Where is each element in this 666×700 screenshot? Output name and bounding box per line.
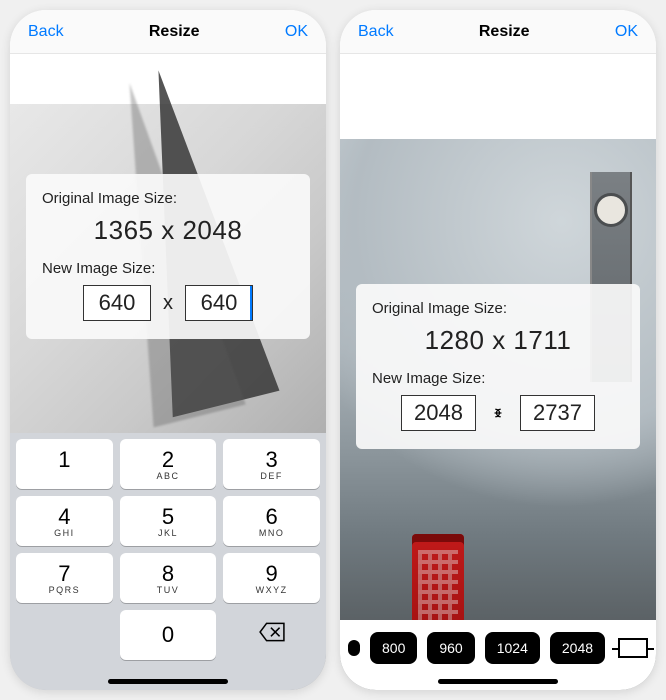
- home-indicator: [108, 679, 228, 684]
- navbar: Back Resize OK: [340, 10, 656, 54]
- preset-chip[interactable]: 1024: [485, 632, 540, 664]
- new-size-label: New Image Size:: [372, 370, 624, 387]
- home-indicator: [438, 679, 558, 684]
- preset-chip[interactable]: 800: [370, 632, 417, 664]
- backspace-icon: [259, 622, 285, 648]
- key-backspace[interactable]: [223, 610, 320, 660]
- numeric-keypad: 1 2ABC 3DEF 4GHI 5JKL 6MNO 7PQRS 8TUV 9W…: [10, 433, 326, 690]
- navbar: Back Resize OK: [10, 10, 326, 54]
- key-0[interactable]: 0: [120, 610, 217, 660]
- new-size-label: New Image Size:: [42, 260, 294, 277]
- height-input[interactable]: 2737: [520, 395, 595, 431]
- key-3[interactable]: 3DEF: [223, 439, 320, 489]
- clock-face: [594, 193, 628, 227]
- original-size-label: Original Image Size:: [372, 300, 624, 317]
- content-area: Original Image Size: 1365 x 2048 New Ima…: [10, 54, 326, 690]
- preset-chip[interactable]: 2048: [550, 632, 605, 664]
- width-input[interactable]: 640: [83, 285, 151, 321]
- width-input[interactable]: 2048: [401, 395, 476, 431]
- key-2[interactable]: 2ABC: [120, 439, 217, 489]
- content-area: Original Image Size: 1280 x 1711 New Ima…: [340, 54, 656, 690]
- page-title: Resize: [149, 23, 200, 41]
- original-size-value: 1280 x 1711: [372, 317, 624, 370]
- key-blank: [16, 610, 113, 660]
- key-6[interactable]: 6MNO: [223, 496, 320, 546]
- link-aspect-icon[interactable]: [488, 403, 508, 423]
- key-7[interactable]: 7PQRS: [16, 553, 113, 603]
- back-button[interactable]: Back: [358, 23, 394, 41]
- resize-card: Original Image Size: 1365 x 2048 New Ima…: [26, 174, 310, 339]
- new-size-inputs: 640 x 640: [42, 285, 294, 321]
- key-1[interactable]: 1: [16, 439, 113, 489]
- original-size-label: Original Image Size:: [42, 190, 294, 207]
- key-8[interactable]: 8TUV: [120, 553, 217, 603]
- key-9[interactable]: 9WXYZ: [223, 553, 320, 603]
- resize-card: Original Image Size: 1280 x 1711 New Ima…: [356, 284, 640, 449]
- phone-right: Back Resize OK Original Image Size: 1280…: [340, 10, 656, 690]
- key-4[interactable]: 4GHI: [16, 496, 113, 546]
- preset-chip-partial[interactable]: [348, 640, 360, 656]
- page-title: Resize: [479, 23, 530, 41]
- dimension-separator: x: [163, 292, 173, 315]
- original-size-value: 1365 x 2048: [42, 207, 294, 260]
- phone-left: Back Resize OK Original Image Size: 1365…: [10, 10, 326, 690]
- key-5[interactable]: 5JKL: [120, 496, 217, 546]
- aspect-ratio-icon[interactable]: [618, 638, 648, 658]
- ok-button[interactable]: OK: [615, 23, 638, 41]
- back-button[interactable]: Back: [28, 23, 64, 41]
- ok-button[interactable]: OK: [285, 23, 308, 41]
- new-size-inputs: 2048 2737: [372, 395, 624, 431]
- height-input[interactable]: 640: [185, 285, 253, 321]
- preset-chip[interactable]: 960: [427, 632, 474, 664]
